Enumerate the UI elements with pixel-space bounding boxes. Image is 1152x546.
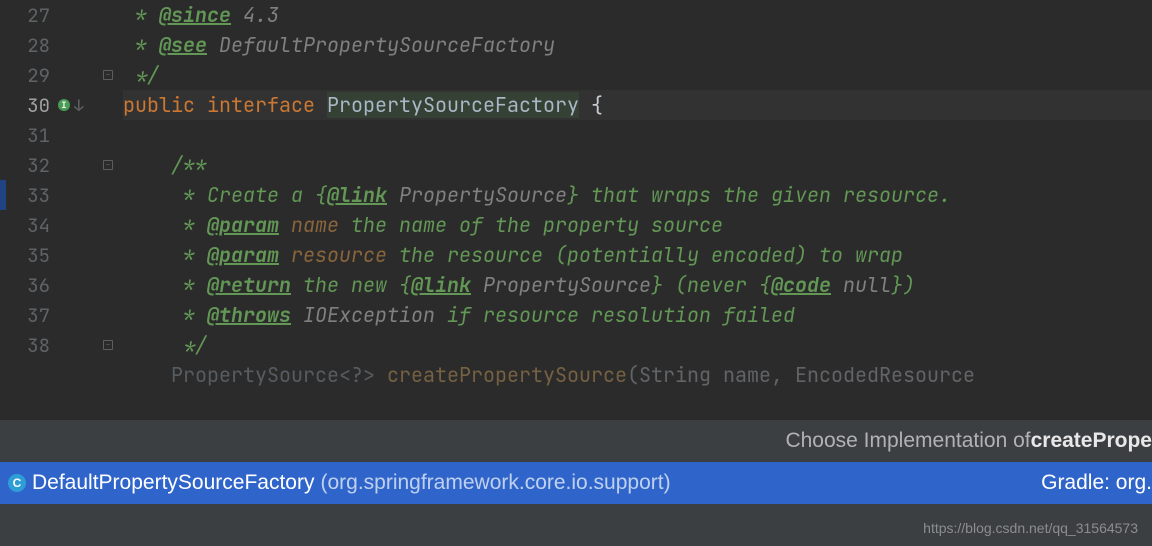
- brace: {: [579, 92, 603, 118]
- comment-class-ref: DefaultPropertySourceFactory: [207, 32, 555, 58]
- gutter-line: 36: [0, 270, 115, 300]
- gutter-line: 32 -: [0, 150, 115, 180]
- gutter-line: 38 -: [0, 330, 115, 360]
- gutter-line: 31: [0, 120, 115, 150]
- javadoc-end: */: [171, 332, 207, 358]
- comment-star: *: [171, 272, 207, 298]
- code-editor: 27 28 29 - 30 I ↓ 31 32 - 33 34 35 36 37…: [0, 0, 1152, 546]
- watermark-text: https://blog.csdn.net/qq_31564573: [0, 514, 1146, 542]
- comment-text: }): [891, 272, 915, 298]
- doctag-code: @code: [771, 272, 831, 298]
- popup-title: Choose Implementation of createPrope: [0, 420, 1152, 462]
- line-number: 29: [0, 63, 55, 88]
- code-line: PropertySource<?> createPropertySource(S…: [123, 360, 1152, 390]
- code-line: * @param name the name of the property s…: [123, 210, 1152, 240]
- implementations-gutter-icon[interactable]: I: [58, 99, 70, 111]
- comment-class-ref: PropertySource: [387, 182, 567, 208]
- line-number: 27: [0, 3, 55, 28]
- gutter-line: 30 I ↓: [0, 90, 115, 120]
- popup-title-method: createPrope: [1031, 429, 1152, 453]
- line-number: 32: [0, 153, 55, 178]
- line-number: 31: [0, 123, 55, 148]
- doctag-throws: @throws: [207, 302, 291, 328]
- fold-start-icon[interactable]: -: [103, 160, 113, 170]
- comment-star: *: [123, 32, 159, 58]
- javadoc-open: /**: [171, 152, 207, 178]
- doctag-param: @param: [207, 242, 279, 268]
- code-line: * @param resource the resource (potentia…: [123, 240, 1152, 270]
- choose-implementation-popup: Choose Implementation of createPrope C D…: [0, 420, 1152, 546]
- comment-star: *: [123, 2, 159, 28]
- gutter-line: 37: [0, 300, 115, 330]
- comment-class-ref: PropertySource: [471, 272, 651, 298]
- line-number: 37: [0, 303, 55, 328]
- doctag-link: @link: [411, 272, 471, 298]
- method-args: (String name, EncodedResource: [627, 362, 975, 388]
- gutter-line: 28: [0, 30, 115, 60]
- keyword-public: public: [123, 92, 207, 118]
- implementation-package: (org.springframework.core.io.support): [320, 471, 670, 495]
- implementation-class-name: DefaultPropertySourceFactory: [32, 471, 314, 495]
- comment-text: 4.3: [231, 2, 279, 28]
- line-number: 28: [0, 33, 55, 58]
- gutter-line: 34: [0, 210, 115, 240]
- doctag-see: @see: [159, 32, 207, 58]
- fold-end-icon[interactable]: -: [103, 70, 113, 80]
- comment-text: if resource resolution failed: [435, 302, 795, 328]
- code-line: * @throws IOException if resource resolu…: [123, 300, 1152, 330]
- comment-text: the new {: [291, 272, 411, 298]
- code-line: */: [123, 60, 1152, 90]
- code-line: * @since 4.3: [123, 0, 1152, 30]
- line-number: 34: [0, 213, 55, 238]
- comment-text: } that wraps the given resource.: [567, 182, 951, 208]
- comment-end: */: [123, 62, 159, 88]
- comment-star: *: [171, 242, 207, 268]
- comment-star: *: [171, 212, 207, 238]
- comment-star: *: [171, 302, 207, 328]
- comment-text: null: [831, 272, 891, 298]
- comment-star: *: [171, 182, 207, 208]
- doctag-link: @link: [327, 182, 387, 208]
- comment-text: Create a {: [207, 182, 327, 208]
- line-number: 35: [0, 243, 55, 268]
- doctag-return: @return: [207, 272, 291, 298]
- line-number: 38: [0, 333, 55, 358]
- line-number: 36: [0, 273, 55, 298]
- code-line: /**: [123, 150, 1152, 180]
- code-line: */: [123, 330, 1152, 360]
- change-marker-icon[interactable]: [0, 180, 6, 210]
- code-line: * @return the new {@link PropertySource}…: [123, 270, 1152, 300]
- fold-end-icon[interactable]: -: [103, 340, 113, 350]
- doctag-since: @since: [159, 2, 231, 28]
- code-line: [123, 120, 1152, 150]
- line-number: 30: [0, 93, 55, 118]
- implementation-source: Gradle: org.: [1041, 471, 1152, 495]
- navigate-down-icon[interactable]: ↓: [74, 95, 84, 116]
- comment-text: the name of the property source: [339, 212, 723, 238]
- keyword-interface: interface: [207, 92, 327, 118]
- class-icon: C: [8, 474, 26, 492]
- code-line: * Create a {@link PropertySource} that w…: [123, 180, 1152, 210]
- code-line: * @see DefaultPropertySourceFactory: [123, 30, 1152, 60]
- line-number: 33: [0, 183, 55, 208]
- implementation-item-selected[interactable]: C DefaultPropertySourceFactory (org.spri…: [0, 462, 1152, 504]
- method-name: createPropertySource: [387, 362, 627, 388]
- comment-text: } (never {: [651, 272, 771, 298]
- param-name: name: [279, 212, 339, 238]
- gutter-line: 27: [0, 0, 115, 30]
- code-line-current: public interface PropertySourceFactory {: [123, 90, 1152, 120]
- comment-text: the resource (potentially encoded) to wr…: [387, 242, 903, 268]
- gutter-line: 33: [0, 180, 115, 210]
- gutter-line: 35: [0, 240, 115, 270]
- exception-name: IOException: [291, 302, 435, 328]
- param-name: resource: [279, 242, 387, 268]
- doctag-param: @param: [207, 212, 279, 238]
- class-name: PropertySourceFactory: [327, 92, 579, 118]
- gutter-line: 29 -: [0, 60, 115, 90]
- return-type: PropertySource<?>: [171, 362, 387, 388]
- popup-title-prefix: Choose Implementation of: [785, 429, 1030, 453]
